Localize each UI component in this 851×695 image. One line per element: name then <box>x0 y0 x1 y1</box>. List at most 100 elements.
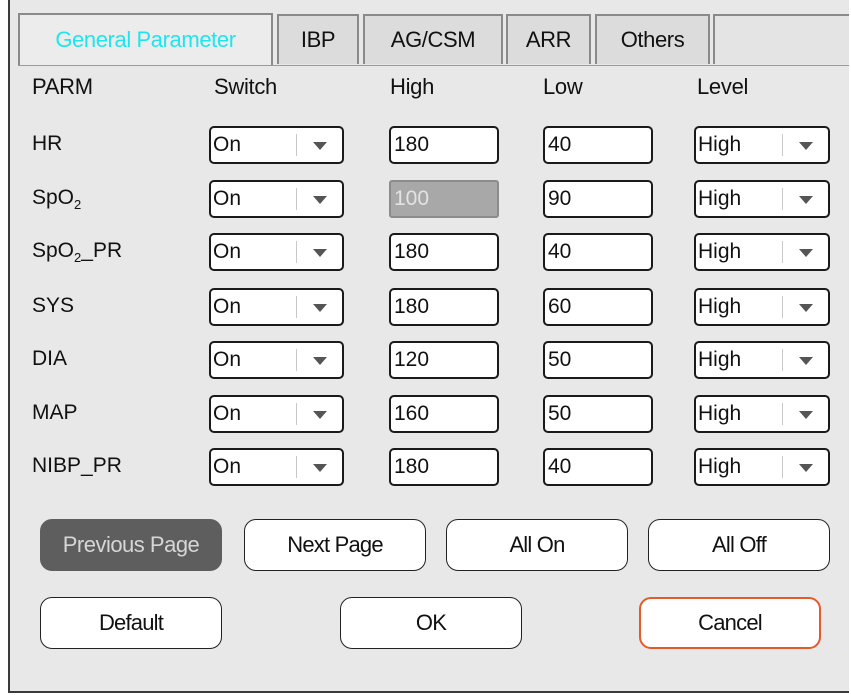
chevron-down-icon <box>313 142 327 150</box>
tab-others[interactable]: Others <box>595 14 710 64</box>
low-limit-input[interactable]: 40 <box>543 233 653 271</box>
chevron-down-icon <box>313 196 327 204</box>
chevron-down-icon <box>313 304 327 312</box>
ok-button[interactable]: OK <box>340 597 522 649</box>
dropdown-divider <box>296 188 297 210</box>
all-off-button[interactable]: All Off <box>648 519 830 571</box>
tab-bar-filler <box>713 14 849 64</box>
level-select[interactable]: High <box>694 126 830 164</box>
low-limit-input[interactable]: 40 <box>543 126 653 164</box>
low-limit-input[interactable]: 40 <box>543 448 653 486</box>
level-select-value: High <box>698 240 742 263</box>
switch-select[interactable]: On <box>209 341 344 379</box>
level-select-value: High <box>698 348 742 371</box>
dropdown-divider <box>296 241 297 263</box>
header-switch: Switch <box>214 74 277 99</box>
param-name-suffix: _PR <box>81 239 123 262</box>
low-limit-input[interactable]: 50 <box>543 341 653 379</box>
chevron-down-icon <box>313 357 327 365</box>
all-on-button[interactable]: All On <box>446 519 628 571</box>
dropdown-divider <box>296 296 297 318</box>
chevron-down-icon <box>313 249 327 257</box>
switch-select[interactable]: On <box>209 126 344 164</box>
param-name: SYS <box>32 294 74 318</box>
dropdown-divider <box>782 134 783 156</box>
switch-select-value: On <box>213 295 242 318</box>
high-limit-input[interactable]: 120 <box>389 341 499 379</box>
tab-ag-csm[interactable]: AG/CSM <box>363 14 503 64</box>
tab-general-parameter[interactable]: General Parameter <box>18 13 273 65</box>
switch-select[interactable]: On <box>209 233 344 271</box>
high-limit-input[interactable]: 180 <box>389 126 499 164</box>
high-limit-input[interactable]: 160 <box>389 395 499 433</box>
cancel-button[interactable]: Cancel <box>639 597 821 649</box>
switch-select[interactable]: On <box>209 288 344 326</box>
param-name-text: SpO <box>32 239 75 262</box>
param-name: HR <box>32 132 62 156</box>
dropdown-divider <box>782 241 783 263</box>
level-select-value: High <box>698 187 742 210</box>
param-name: DIA <box>32 347 67 371</box>
chevron-down-icon <box>799 304 813 312</box>
chevron-down-icon <box>313 464 327 472</box>
chevron-down-icon <box>799 196 813 204</box>
chevron-down-icon <box>799 249 813 257</box>
level-select-value: High <box>698 133 742 156</box>
param-name: MAP <box>32 401 78 425</box>
level-select[interactable]: High <box>694 395 830 433</box>
dropdown-divider <box>782 403 783 425</box>
header-low: Low <box>543 74 583 99</box>
low-limit-input[interactable]: 60 <box>543 288 653 326</box>
dropdown-divider <box>782 188 783 210</box>
level-select-value: High <box>698 295 742 318</box>
level-select[interactable]: High <box>694 341 830 379</box>
default-button[interactable]: Default <box>40 597 222 649</box>
dropdown-divider <box>296 134 297 156</box>
level-select[interactable]: High <box>694 233 830 271</box>
dropdown-divider <box>782 296 783 318</box>
level-select[interactable]: High <box>694 288 830 326</box>
level-select[interactable]: High <box>694 180 830 218</box>
param-name: SpO2_PR <box>32 239 122 265</box>
level-select[interactable]: High <box>694 448 830 486</box>
switch-select-value: On <box>213 402 242 425</box>
tab-arr[interactable]: ARR <box>506 14 591 64</box>
param-name-text: SpO <box>32 186 75 209</box>
high-limit-input[interactable]: 180 <box>389 288 499 326</box>
level-select-value: High <box>698 455 742 478</box>
low-limit-input[interactable]: 90 <box>543 180 653 218</box>
low-limit-input[interactable]: 50 <box>543 395 653 433</box>
param-name-text: SYS <box>32 294 75 317</box>
param-name-text: DIA <box>32 347 68 370</box>
switch-select-value: On <box>213 348 242 371</box>
switch-select[interactable]: On <box>209 395 344 433</box>
switch-select-value: On <box>213 240 242 263</box>
high-limit-input[interactable]: 100 <box>389 180 499 218</box>
next-page-button[interactable]: Next Page <box>244 519 426 571</box>
header-high: High <box>390 74 435 99</box>
high-limit-input[interactable]: 180 <box>389 233 499 271</box>
chevron-down-icon <box>799 411 813 419</box>
switch-select-value: On <box>213 455 242 478</box>
dropdown-divider <box>296 349 297 371</box>
header-level: Level <box>697 74 749 99</box>
chevron-down-icon <box>799 464 813 472</box>
header-parm: PARM <box>32 74 93 99</box>
dropdown-divider <box>782 349 783 371</box>
high-limit-input[interactable]: 180 <box>389 448 499 486</box>
previous-page-button[interactable]: Previous Page <box>40 519 222 571</box>
switch-select[interactable]: On <box>209 448 344 486</box>
param-name-subscript: 2 <box>74 197 82 213</box>
switch-select-value: On <box>213 187 242 210</box>
param-name-text: MAP <box>32 401 78 424</box>
tab-ibp[interactable]: IBP <box>277 14 359 64</box>
level-select-value: High <box>698 402 742 425</box>
param-name: SpO2 <box>32 186 81 212</box>
param-name: NIBP_PR <box>32 454 122 478</box>
dropdown-divider <box>782 456 783 478</box>
chevron-down-icon <box>799 142 813 150</box>
switch-select[interactable]: On <box>209 180 344 218</box>
switch-select-value: On <box>213 133 242 156</box>
tab-bar: General Parameter IBP AG/CSM ARR Others <box>18 10 849 66</box>
param-name-text: NIBP_PR <box>32 454 122 477</box>
